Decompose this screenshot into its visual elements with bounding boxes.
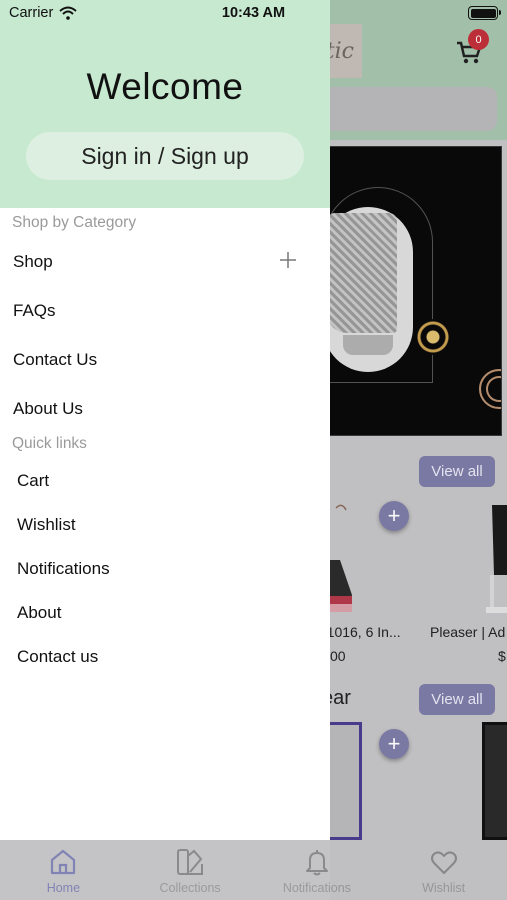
menu-item-about-us[interactable]: About Us — [13, 399, 83, 419]
wifi-icon — [59, 6, 77, 20]
collections-icon — [177, 849, 204, 875]
tab-home[interactable]: Home — [0, 838, 127, 900]
shop-by-category-title: Shop by Category — [12, 214, 137, 231]
tab-collections-label: Collections — [159, 881, 221, 895]
battery-fill — [470, 8, 496, 18]
carrier-label: Carrier — [9, 5, 54, 21]
menu-item-faqs[interactable]: FAQs — [13, 301, 56, 321]
welcome-heading: Welcome — [86, 66, 244, 107]
carrier-group: Carrier — [9, 5, 77, 21]
battery-icon — [468, 6, 501, 20]
menu-item-shop[interactable]: Shop — [13, 252, 53, 272]
bell-icon — [305, 850, 328, 876]
menu-item-contact-us[interactable]: Contact Us — [13, 350, 97, 370]
tab-home-label: Home — [46, 881, 81, 895]
quick-link-notifications[interactable]: Notifications — [17, 559, 110, 579]
status-bar: Carrier 10:43 AM — [0, 0, 507, 26]
drawer-scrim[interactable] — [330, 0, 507, 900]
quick-links-title: Quick links — [12, 435, 87, 452]
tab-collections[interactable]: Collections — [127, 838, 254, 900]
home-icon — [51, 849, 76, 875]
quick-link-cart[interactable]: Cart — [17, 471, 49, 491]
quick-link-contact-us[interactable]: Contact us — [17, 647, 98, 667]
expand-plus-icon[interactable] — [278, 250, 298, 270]
side-drawer: Welcome Sign in / Sign up Shop by Catego… — [0, 0, 330, 840]
signin-button[interactable]: Sign in / Sign up — [26, 132, 304, 180]
quick-link-wishlist[interactable]: Wishlist — [17, 515, 76, 535]
quick-link-about[interactable]: About — [17, 603, 61, 623]
